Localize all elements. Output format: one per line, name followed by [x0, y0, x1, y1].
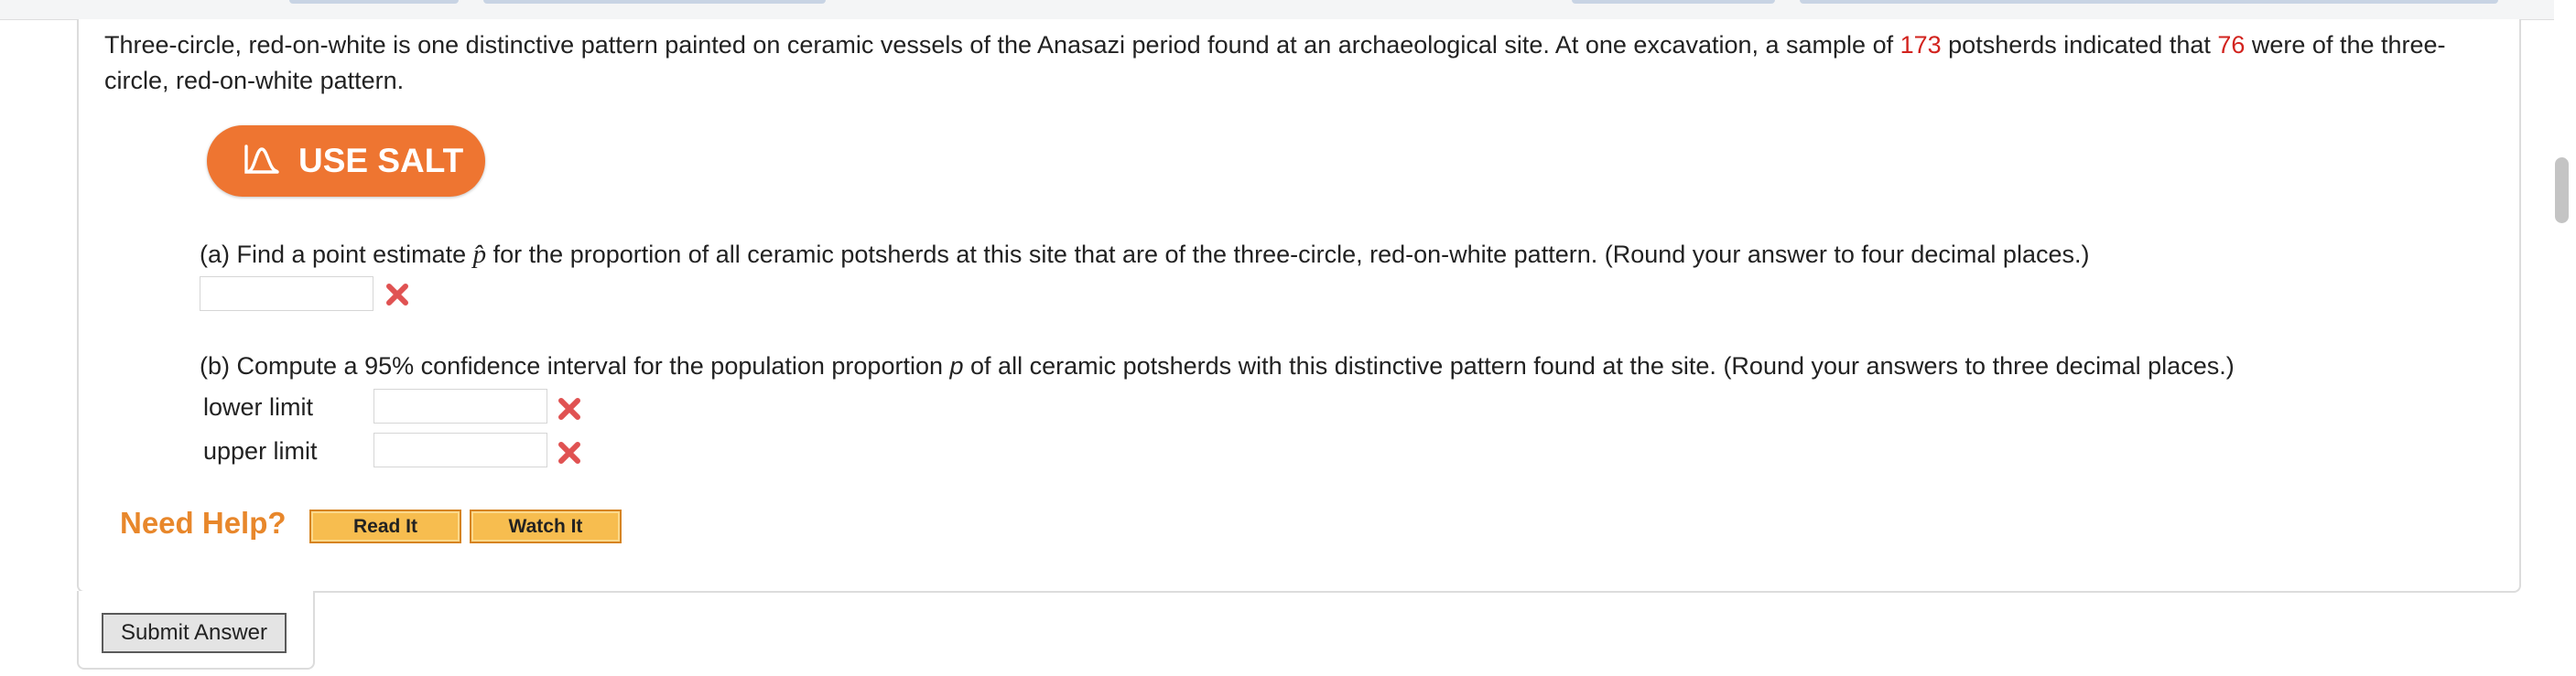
pattern-count-value: 76: [2217, 31, 2246, 59]
part-a-question: (a) Find a point estimate p̂ for the pro…: [200, 240, 2090, 269]
need-help-label: Need Help?: [120, 506, 287, 540]
incorrect-x-icon: [386, 284, 408, 306]
sample-size-value: 173: [1900, 31, 1942, 59]
toolbar-tab[interactable]: [1572, 0, 1775, 4]
distribution-curve-icon: [244, 145, 279, 174]
scrollbar-thumb[interactable]: [2555, 157, 2569, 223]
question-text: Three-circle, red-on-white is one distin…: [104, 31, 2446, 94]
toolbar-tab[interactable]: [1800, 0, 2139, 4]
submit-answer-button[interactable]: Submit Answer: [102, 613, 287, 653]
upper-limit-label: upper limit: [203, 437, 318, 465]
top-toolbar-strip: [0, 0, 2554, 20]
upper-limit-input[interactable]: [373, 433, 547, 467]
toolbar-tab[interactable]: [289, 0, 459, 4]
part-b-question: (b) Compute a 95% confidence interval fo…: [200, 352, 2235, 380]
incorrect-x-icon: [558, 398, 580, 420]
p-symbol: p: [949, 352, 964, 380]
use-salt-label: USE SALT: [298, 142, 464, 179]
toolbar-tab[interactable]: [2134, 0, 2498, 4]
p-hat-symbol: p̂: [472, 240, 487, 269]
lower-limit-input[interactable]: [373, 389, 547, 424]
point-estimate-input[interactable]: [200, 276, 373, 311]
toolbar-tab[interactable]: [483, 0, 826, 4]
use-salt-button[interactable]: USE SALT: [207, 125, 485, 197]
incorrect-x-icon: [558, 442, 580, 464]
question-panel: [77, 19, 2521, 593]
lower-limit-label: lower limit: [203, 393, 314, 421]
read-it-button[interactable]: Read It: [309, 510, 461, 543]
watch-it-button[interactable]: Watch It: [470, 510, 622, 543]
